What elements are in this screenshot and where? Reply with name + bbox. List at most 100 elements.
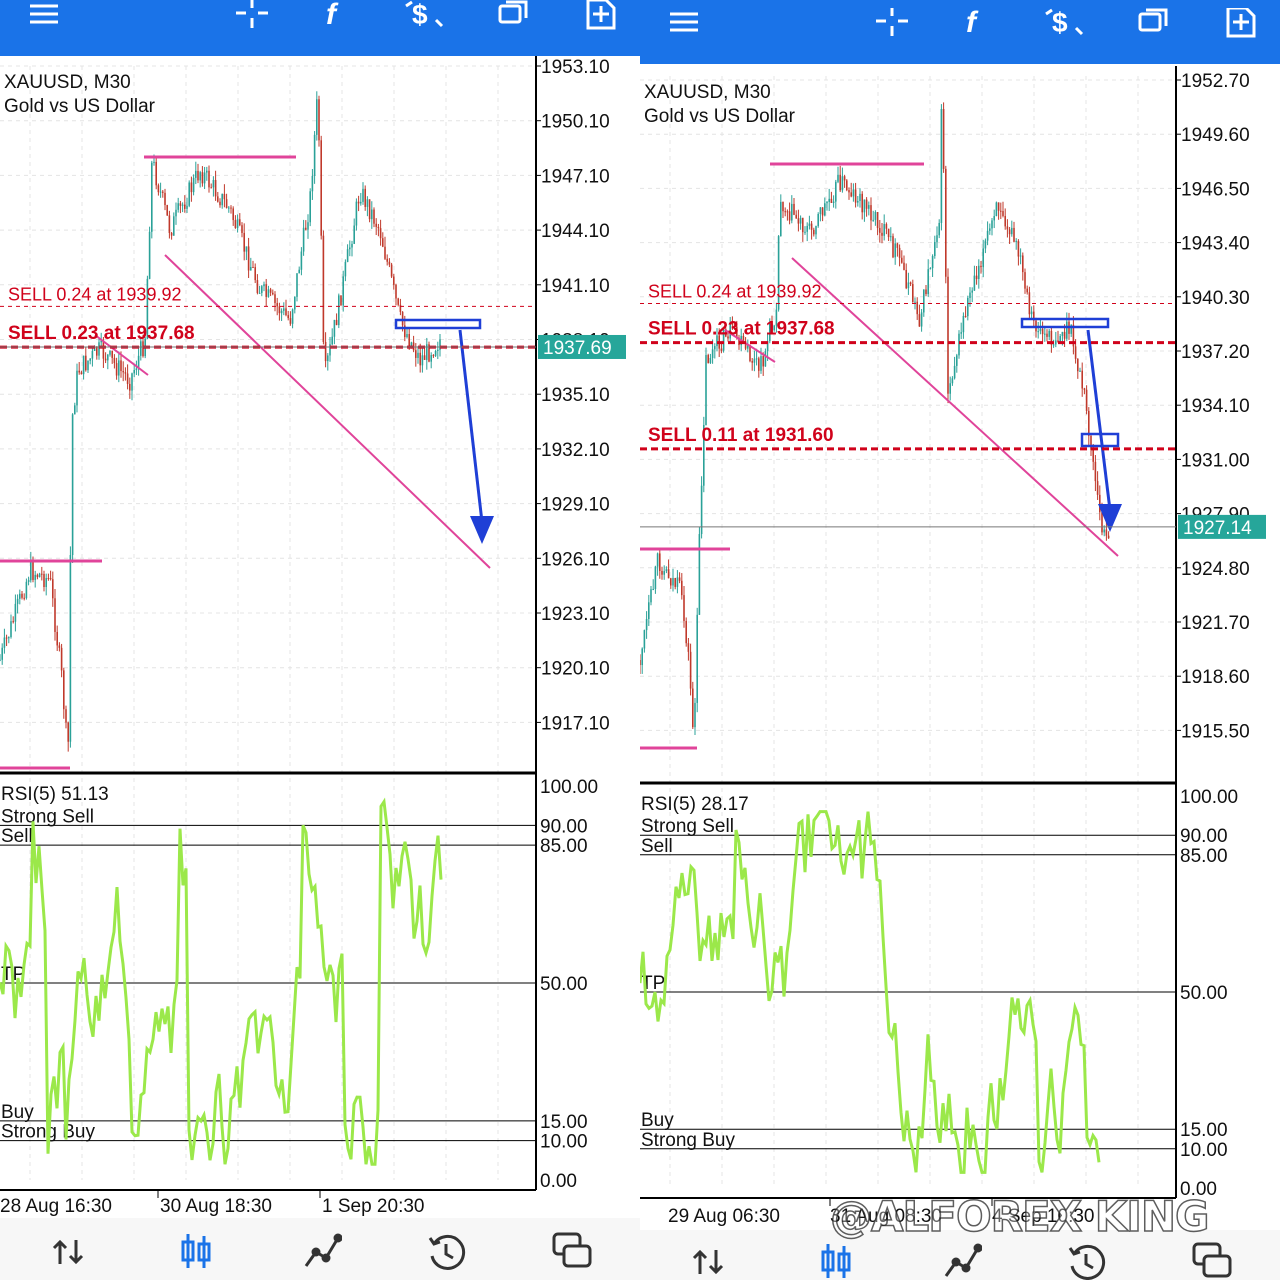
candle [52, 579, 54, 599]
candle [641, 648, 643, 666]
candle [788, 211, 791, 221]
candle [857, 200, 859, 203]
candle [841, 176, 844, 191]
candle [355, 201, 358, 226]
candle [685, 621, 687, 644]
candle [1094, 461, 1097, 482]
candle [942, 109, 945, 169]
price-chart[interactable]: SELL 0.24 at 1939.92 SELL 0.23 at 1937.68… [640, 0, 1280, 1230]
history-icon[interactable] [426, 1232, 466, 1272]
candle [846, 180, 848, 191]
candle [5, 637, 8, 639]
candle [1081, 370, 1083, 389]
candle [197, 170, 199, 181]
candle [107, 354, 109, 361]
candle [60, 647, 63, 671]
candle [232, 208, 234, 221]
candle [41, 573, 43, 575]
candle [346, 249, 349, 262]
candle [925, 289, 927, 295]
bottom-navigation [0, 1218, 640, 1280]
candle [210, 187, 212, 189]
candle [1006, 226, 1009, 230]
candle [397, 298, 399, 305]
symbol-label: XAUUSD, M30 [644, 82, 771, 103]
candle [3, 637, 6, 648]
trade-icon[interactable] [302, 1232, 342, 1272]
candle [819, 207, 822, 214]
candle [21, 593, 23, 598]
drawings[interactable] [640, 162, 1122, 750]
candle [298, 269, 300, 274]
candle [681, 580, 683, 596]
chart-icon[interactable] [176, 1232, 216, 1272]
candle [1096, 481, 1099, 495]
candle [375, 223, 377, 227]
candle [945, 168, 947, 277]
candle [997, 202, 1000, 211]
rsi-level-label: Buy [641, 1110, 674, 1131]
candle [817, 213, 819, 227]
candle [118, 360, 120, 376]
current-price-label: 1927.14 [1183, 518, 1252, 539]
candle [692, 688, 694, 728]
chart-panel-left[interactable]: f $ SELL 0.24 at 1939.92 SELL 0.23 at 193… [0, 0, 640, 1280]
candle [250, 267, 252, 271]
candle [353, 225, 355, 244]
candle [753, 358, 756, 363]
order-label: SELL 0.24 at 1939.92 [648, 281, 821, 301]
candle [76, 370, 78, 406]
candle [828, 198, 830, 202]
price-tick-label: 1943.40 [1181, 234, 1250, 255]
candle [802, 217, 804, 233]
candle [338, 295, 340, 326]
candle [261, 286, 263, 293]
candle [69, 555, 72, 742]
candle [384, 246, 386, 259]
candle [1055, 340, 1057, 345]
quotes-icon[interactable] [688, 1242, 728, 1280]
candle [1019, 255, 1022, 257]
candle [784, 211, 786, 213]
trendline [164, 254, 491, 569]
candle [395, 284, 397, 299]
candle [815, 226, 817, 235]
candle [14, 603, 17, 622]
candle [865, 199, 868, 209]
candle [676, 577, 679, 587]
rsi-tick-label: 85.00 [540, 836, 588, 857]
messages-icon[interactable] [552, 1232, 592, 1272]
candle [1088, 410, 1090, 436]
candle [170, 232, 173, 236]
chart-icon[interactable] [816, 1242, 856, 1280]
candle [54, 598, 56, 632]
candle [32, 561, 34, 580]
candle [885, 224, 888, 229]
price-tick-label: 1918.60 [1181, 667, 1250, 688]
candle [126, 373, 129, 384]
history-icon[interactable] [1066, 1242, 1106, 1280]
candle [709, 357, 712, 363]
candle [201, 172, 204, 184]
candle [843, 176, 846, 181]
candle [71, 414, 74, 556]
candle [85, 355, 87, 371]
rsi-level-label: Strong Sell [1, 806, 94, 827]
candle [839, 174, 841, 191]
quotes-icon[interactable] [48, 1232, 88, 1272]
candle [406, 334, 408, 338]
trade-icon[interactable] [942, 1242, 982, 1280]
zone-box [1020, 317, 1110, 329]
candle [437, 349, 439, 351]
candle [872, 219, 874, 221]
candle [203, 172, 206, 184]
candle [786, 211, 789, 213]
candle [294, 296, 296, 310]
messages-icon[interactable] [1192, 1242, 1232, 1280]
candle [1046, 333, 1048, 337]
candle [148, 231, 151, 279]
price-chart[interactable]: SELL 0.24 at 1939.92 SELL 0.23 at 1937.68… [0, 0, 640, 1218]
price-tick-label: 1947.10 [541, 166, 610, 187]
candle [1061, 331, 1064, 337]
chart-panel-right[interactable]: f $ SELL 0.24 at 1939.92 SELL 0.23 at 193… [640, 0, 1280, 1280]
